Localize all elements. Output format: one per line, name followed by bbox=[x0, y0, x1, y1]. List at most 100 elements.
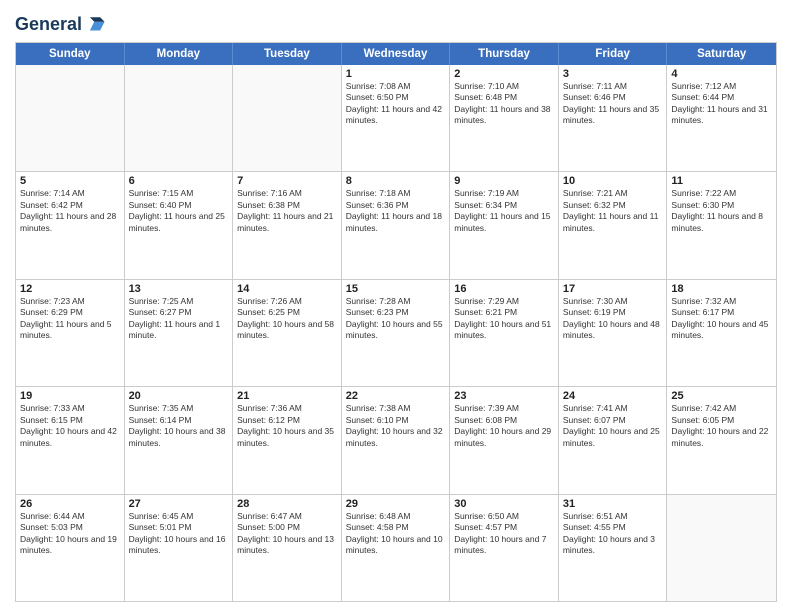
day-info: Sunrise: 6:47 AMSunset: 5:00 PMDaylight:… bbox=[237, 511, 337, 557]
day-number: 1 bbox=[346, 68, 446, 80]
day-info: Sunrise: 6:51 AMSunset: 4:55 PMDaylight:… bbox=[563, 511, 663, 557]
day-number: 4 bbox=[671, 68, 772, 80]
day-cell-21: 21Sunrise: 7:36 AMSunset: 6:12 PMDayligh… bbox=[233, 387, 342, 493]
day-info: Sunrise: 7:08 AMSunset: 6:50 PMDaylight:… bbox=[346, 81, 446, 127]
day-number: 7 bbox=[237, 175, 337, 187]
page: General SundayMondayTuesdayWednesdayThur… bbox=[0, 0, 792, 612]
day-number: 15 bbox=[346, 283, 446, 295]
calendar-row-3: 12Sunrise: 7:23 AMSunset: 6:29 PMDayligh… bbox=[16, 279, 776, 386]
day-info: Sunrise: 7:26 AMSunset: 6:25 PMDaylight:… bbox=[237, 296, 337, 342]
day-cell-9: 9Sunrise: 7:19 AMSunset: 6:34 PMDaylight… bbox=[450, 172, 559, 278]
day-number: 6 bbox=[129, 175, 229, 187]
weekday-header-saturday: Saturday bbox=[667, 43, 776, 65]
day-info: Sunrise: 7:39 AMSunset: 6:08 PMDaylight:… bbox=[454, 403, 554, 449]
empty-cell bbox=[16, 65, 125, 171]
day-cell-18: 18Sunrise: 7:32 AMSunset: 6:17 PMDayligh… bbox=[667, 280, 776, 386]
day-number: 8 bbox=[346, 175, 446, 187]
day-info: Sunrise: 6:45 AMSunset: 5:01 PMDaylight:… bbox=[129, 511, 229, 557]
logo-text: General bbox=[15, 15, 82, 35]
day-info: Sunrise: 7:22 AMSunset: 6:30 PMDaylight:… bbox=[671, 188, 772, 234]
empty-cell bbox=[125, 65, 234, 171]
day-number: 10 bbox=[563, 175, 663, 187]
day-info: Sunrise: 7:32 AMSunset: 6:17 PMDaylight:… bbox=[671, 296, 772, 342]
day-cell-4: 4Sunrise: 7:12 AMSunset: 6:44 PMDaylight… bbox=[667, 65, 776, 171]
day-info: Sunrise: 7:15 AMSunset: 6:40 PMDaylight:… bbox=[129, 188, 229, 234]
day-cell-12: 12Sunrise: 7:23 AMSunset: 6:29 PMDayligh… bbox=[16, 280, 125, 386]
calendar-body: 1Sunrise: 7:08 AMSunset: 6:50 PMDaylight… bbox=[16, 65, 776, 601]
day-cell-26: 26Sunrise: 6:44 AMSunset: 5:03 PMDayligh… bbox=[16, 495, 125, 601]
day-info: Sunrise: 7:12 AMSunset: 6:44 PMDaylight:… bbox=[671, 81, 772, 127]
day-info: Sunrise: 6:50 AMSunset: 4:57 PMDaylight:… bbox=[454, 511, 554, 557]
day-cell-10: 10Sunrise: 7:21 AMSunset: 6:32 PMDayligh… bbox=[559, 172, 668, 278]
day-cell-3: 3Sunrise: 7:11 AMSunset: 6:46 PMDaylight… bbox=[559, 65, 668, 171]
day-number: 13 bbox=[129, 283, 229, 295]
day-info: Sunrise: 7:10 AMSunset: 6:48 PMDaylight:… bbox=[454, 81, 554, 127]
day-number: 19 bbox=[20, 390, 120, 402]
day-cell-22: 22Sunrise: 7:38 AMSunset: 6:10 PMDayligh… bbox=[342, 387, 451, 493]
day-number: 29 bbox=[346, 498, 446, 510]
day-info: Sunrise: 7:30 AMSunset: 6:19 PMDaylight:… bbox=[563, 296, 663, 342]
empty-cell bbox=[667, 495, 776, 601]
day-number: 3 bbox=[563, 68, 663, 80]
day-number: 16 bbox=[454, 283, 554, 295]
weekday-header-sunday: Sunday bbox=[16, 43, 125, 65]
day-cell-23: 23Sunrise: 7:39 AMSunset: 6:08 PMDayligh… bbox=[450, 387, 559, 493]
logo: General bbox=[15, 14, 106, 36]
day-cell-17: 17Sunrise: 7:30 AMSunset: 6:19 PMDayligh… bbox=[559, 280, 668, 386]
calendar-row-4: 19Sunrise: 7:33 AMSunset: 6:15 PMDayligh… bbox=[16, 386, 776, 493]
weekday-header-monday: Monday bbox=[125, 43, 234, 65]
day-number: 31 bbox=[563, 498, 663, 510]
day-number: 27 bbox=[129, 498, 229, 510]
calendar-row-2: 5Sunrise: 7:14 AMSunset: 6:42 PMDaylight… bbox=[16, 171, 776, 278]
day-info: Sunrise: 7:42 AMSunset: 6:05 PMDaylight:… bbox=[671, 403, 772, 449]
day-number: 5 bbox=[20, 175, 120, 187]
day-cell-13: 13Sunrise: 7:25 AMSunset: 6:27 PMDayligh… bbox=[125, 280, 234, 386]
day-info: Sunrise: 6:48 AMSunset: 4:58 PMDaylight:… bbox=[346, 511, 446, 557]
day-number: 26 bbox=[20, 498, 120, 510]
empty-cell bbox=[233, 65, 342, 171]
day-cell-31: 31Sunrise: 6:51 AMSunset: 4:55 PMDayligh… bbox=[559, 495, 668, 601]
day-info: Sunrise: 6:44 AMSunset: 5:03 PMDaylight:… bbox=[20, 511, 120, 557]
calendar: SundayMondayTuesdayWednesdayThursdayFrid… bbox=[15, 42, 777, 602]
day-number: 22 bbox=[346, 390, 446, 402]
day-number: 2 bbox=[454, 68, 554, 80]
day-info: Sunrise: 7:35 AMSunset: 6:14 PMDaylight:… bbox=[129, 403, 229, 449]
calendar-row-1: 1Sunrise: 7:08 AMSunset: 6:50 PMDaylight… bbox=[16, 65, 776, 171]
day-cell-29: 29Sunrise: 6:48 AMSunset: 4:58 PMDayligh… bbox=[342, 495, 451, 601]
day-info: Sunrise: 7:23 AMSunset: 6:29 PMDaylight:… bbox=[20, 296, 120, 342]
day-cell-25: 25Sunrise: 7:42 AMSunset: 6:05 PMDayligh… bbox=[667, 387, 776, 493]
day-cell-11: 11Sunrise: 7:22 AMSunset: 6:30 PMDayligh… bbox=[667, 172, 776, 278]
day-cell-1: 1Sunrise: 7:08 AMSunset: 6:50 PMDaylight… bbox=[342, 65, 451, 171]
day-cell-16: 16Sunrise: 7:29 AMSunset: 6:21 PMDayligh… bbox=[450, 280, 559, 386]
day-info: Sunrise: 7:33 AMSunset: 6:15 PMDaylight:… bbox=[20, 403, 120, 449]
day-cell-6: 6Sunrise: 7:15 AMSunset: 6:40 PMDaylight… bbox=[125, 172, 234, 278]
day-number: 9 bbox=[454, 175, 554, 187]
day-cell-8: 8Sunrise: 7:18 AMSunset: 6:36 PMDaylight… bbox=[342, 172, 451, 278]
day-info: Sunrise: 7:16 AMSunset: 6:38 PMDaylight:… bbox=[237, 188, 337, 234]
day-number: 30 bbox=[454, 498, 554, 510]
day-cell-14: 14Sunrise: 7:26 AMSunset: 6:25 PMDayligh… bbox=[233, 280, 342, 386]
day-cell-27: 27Sunrise: 6:45 AMSunset: 5:01 PMDayligh… bbox=[125, 495, 234, 601]
day-info: Sunrise: 7:14 AMSunset: 6:42 PMDaylight:… bbox=[20, 188, 120, 234]
day-info: Sunrise: 7:18 AMSunset: 6:36 PMDaylight:… bbox=[346, 188, 446, 234]
day-info: Sunrise: 7:36 AMSunset: 6:12 PMDaylight:… bbox=[237, 403, 337, 449]
day-number: 17 bbox=[563, 283, 663, 295]
day-info: Sunrise: 7:41 AMSunset: 6:07 PMDaylight:… bbox=[563, 403, 663, 449]
day-number: 21 bbox=[237, 390, 337, 402]
day-cell-15: 15Sunrise: 7:28 AMSunset: 6:23 PMDayligh… bbox=[342, 280, 451, 386]
day-info: Sunrise: 7:25 AMSunset: 6:27 PMDaylight:… bbox=[129, 296, 229, 342]
day-cell-20: 20Sunrise: 7:35 AMSunset: 6:14 PMDayligh… bbox=[125, 387, 234, 493]
day-info: Sunrise: 7:21 AMSunset: 6:32 PMDaylight:… bbox=[563, 188, 663, 234]
day-number: 18 bbox=[671, 283, 772, 295]
day-number: 24 bbox=[563, 390, 663, 402]
day-number: 28 bbox=[237, 498, 337, 510]
day-info: Sunrise: 7:29 AMSunset: 6:21 PMDaylight:… bbox=[454, 296, 554, 342]
day-number: 25 bbox=[671, 390, 772, 402]
day-number: 23 bbox=[454, 390, 554, 402]
weekday-header-tuesday: Tuesday bbox=[233, 43, 342, 65]
day-cell-5: 5Sunrise: 7:14 AMSunset: 6:42 PMDaylight… bbox=[16, 172, 125, 278]
day-info: Sunrise: 7:28 AMSunset: 6:23 PMDaylight:… bbox=[346, 296, 446, 342]
day-info: Sunrise: 7:38 AMSunset: 6:10 PMDaylight:… bbox=[346, 403, 446, 449]
day-cell-30: 30Sunrise: 6:50 AMSunset: 4:57 PMDayligh… bbox=[450, 495, 559, 601]
weekday-header-thursday: Thursday bbox=[450, 43, 559, 65]
